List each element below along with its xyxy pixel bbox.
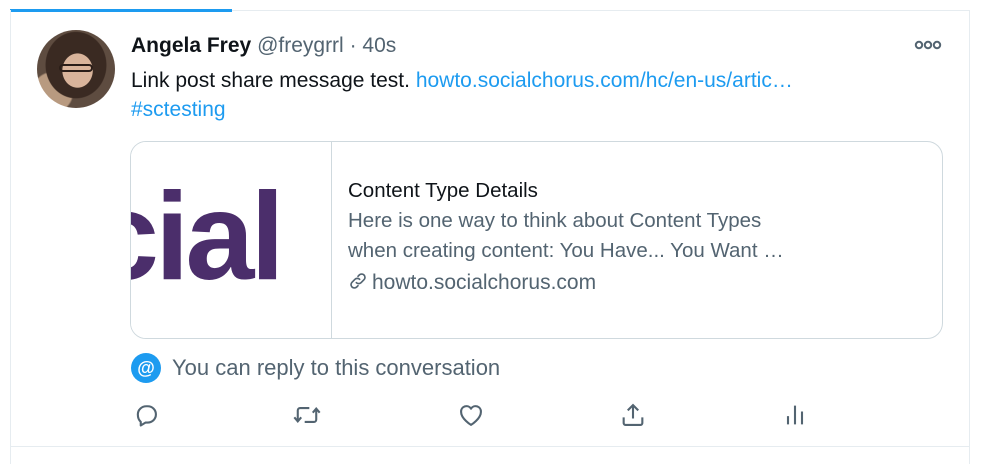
reply-icon[interactable]	[130, 400, 162, 430]
tweet-message: Link post share message test.	[131, 69, 410, 92]
link-icon	[350, 273, 366, 289]
heart-icon[interactable]	[455, 400, 487, 430]
column-border-left	[10, 10, 11, 464]
tweet-text: Link post share message test. howto.soci…	[131, 66, 943, 124]
bottom-divider	[10, 446, 970, 447]
reply-notice-text: You can reply to this conversation	[172, 355, 501, 380]
avatar-glasses	[59, 64, 93, 72]
active-tab-indicator	[10, 9, 232, 12]
share-icon[interactable]	[617, 400, 649, 430]
card-domain: howto.socialchorus.com	[348, 268, 923, 298]
tweet-timestamp[interactable]: 40s	[362, 34, 396, 57]
author-handle[interactable]: @freygrrl	[257, 34, 344, 57]
author-name[interactable]: Angela Frey	[131, 34, 251, 57]
card-logo-text: cial	[131, 168, 285, 306]
top-divider	[232, 10, 970, 11]
link-preview-card[interactable]: cial Content Type Details Here is one wa…	[130, 141, 943, 339]
card-image: cial	[131, 142, 332, 338]
card-description: Here is one way to think about Content T…	[348, 206, 923, 266]
column-border-right	[969, 10, 970, 464]
tweet-hashtag[interactable]: #sctesting	[131, 98, 226, 121]
card-title: Content Type Details	[348, 179, 538, 202]
mention-icon: @	[131, 353, 161, 383]
analytics-icon[interactable]	[779, 400, 811, 430]
card-text: Content Type Details Here is one way to …	[348, 176, 923, 298]
avatar[interactable]	[37, 30, 115, 108]
header-separator: ·	[349, 34, 357, 57]
reply-notice: @ You can reply to this conversation	[131, 353, 501, 383]
retweet-icon[interactable]	[291, 400, 323, 430]
tweet-link[interactable]: howto.socialchorus.com/hc/en-us/artic…	[416, 69, 793, 92]
card-description-line-2: when creating content: You Have... You W…	[348, 239, 784, 262]
more-icon[interactable]	[913, 35, 943, 55]
card-domain-text: howto.socialchorus.com	[372, 271, 597, 294]
tweet-header: Angela Frey @freygrrl · 40s	[131, 33, 396, 59]
card-description-line-1: Here is one way to think about Content T…	[348, 209, 762, 232]
